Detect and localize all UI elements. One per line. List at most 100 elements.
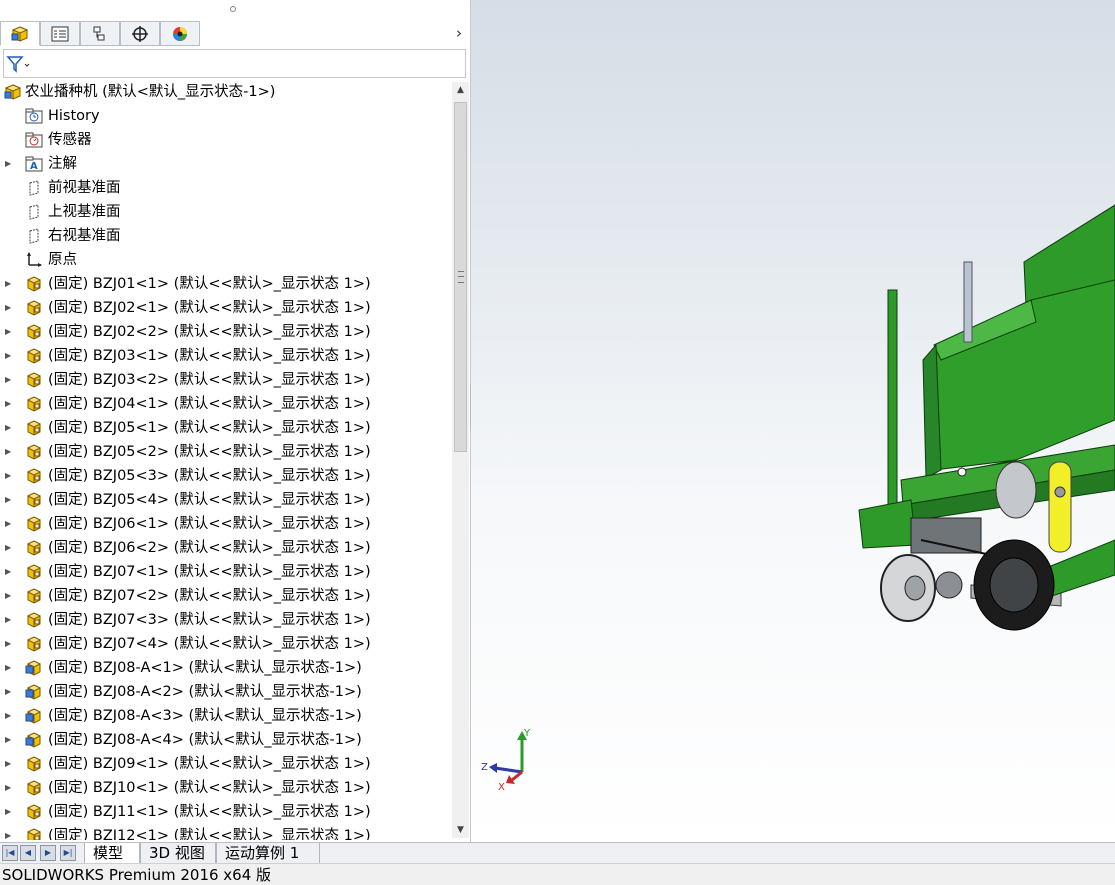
- scroll-down-icon[interactable]: ▼: [452, 822, 469, 838]
- expand-arrow-icon[interactable]: ▶: [5, 488, 15, 512]
- expand-arrow-icon[interactable]: ▶: [5, 416, 15, 440]
- tree-item[interactable]: ▶ (固定) BZJ08-A<4> (默认<默认_显示状态-1>): [0, 728, 452, 752]
- subassembly-icon: [25, 708, 43, 724]
- featuremanager-tree-icon: [11, 25, 29, 42]
- nav-prev-icon[interactable]: ◀: [20, 845, 36, 861]
- expand-arrow-icon[interactable]: ▶: [5, 728, 15, 752]
- tree-item[interactable]: ▶ (固定) BZJ10<1> (默认<<默认>_显示状态 1>): [0, 776, 452, 800]
- nav-next-icon[interactable]: ▶: [40, 845, 56, 861]
- tree-item[interactable]: ▶ (固定) BZJ07<1> (默认<<默认>_显示状态 1>): [0, 560, 452, 584]
- expand-arrow-icon[interactable]: ▶: [5, 296, 15, 320]
- expand-arrow-icon[interactable]: ▶: [5, 536, 15, 560]
- tree-item-label: (固定) BZJ10<1> (默认<<默认>_显示状态 1>): [48, 780, 371, 796]
- tree-item-label: (固定) BZJ05<4> (默认<<默认>_显示状态 1>): [48, 492, 371, 508]
- tree-item[interactable]: ▶ (固定) BZJ01<1> (默认<<默认>_显示状态 1>): [0, 272, 452, 296]
- tree-item[interactable]: ▶ (固定) BZJ07<2> (默认<<默认>_显示状态 1>): [0, 584, 452, 608]
- expand-arrow-icon[interactable]: ▶: [5, 608, 15, 632]
- expand-arrow-icon[interactable]: ▶: [5, 512, 15, 536]
- status-text: SOLIDWORKS Premium 2016 x64 版: [2, 866, 272, 884]
- expand-arrow-icon[interactable]: ▶: [5, 392, 15, 416]
- tree-item[interactable]: ▶ (固定) BZJ07<3> (默认<<默认>_显示状态 1>): [0, 608, 452, 632]
- tree-item[interactable]: ▶ (固定) BZJ09<1> (默认<<默认>_显示状态 1>): [0, 752, 452, 776]
- tree-item[interactable]: ▶ (固定) BZJ08-A<1> (默认<默认_显示状态-1>): [0, 656, 452, 680]
- tab-configurationmanager[interactable]: [80, 21, 120, 46]
- tree-item[interactable]: ▶ (固定) BZJ05<1> (默认<<默认>_显示状态 1>): [0, 416, 452, 440]
- tree-item[interactable]: ▶ (固定) BZJ08-A<2> (默认<默认_显示状态-1>): [0, 680, 452, 704]
- expand-arrow-icon[interactable]: ▶: [5, 800, 15, 824]
- tree-item-label: (固定) BZJ06<1> (默认<<默认>_显示状态 1>): [48, 516, 371, 532]
- tree-item-label: (固定) BZJ04<1> (默认<<默认>_显示状态 1>): [48, 396, 371, 412]
- tab-dimxpert[interactable]: [120, 21, 160, 46]
- part-icon: [25, 636, 43, 652]
- tree-item[interactable]: ▶ (固定) BZJ11<1> (默认<<默认>_显示状态 1>): [0, 800, 452, 824]
- scroll-up-icon[interactable]: ▲: [452, 82, 469, 98]
- expand-arrow-icon[interactable]: ▶: [5, 776, 15, 800]
- tree-filter-bar[interactable]: [3, 49, 466, 78]
- nav-first-icon[interactable]: |◀: [2, 845, 18, 861]
- expand-arrow-icon[interactable]: ▶: [5, 632, 15, 656]
- expand-arrow-icon[interactable]: ▶: [5, 680, 15, 704]
- expand-arrow-icon[interactable]: ▶: [5, 656, 15, 680]
- tree-item[interactable]: 前视基准面: [0, 176, 452, 200]
- tree-item[interactable]: 传感器: [0, 128, 452, 152]
- part-icon: [25, 804, 43, 820]
- tree-item[interactable]: ▶ (固定) BZJ06<2> (默认<<默认>_显示状态 1>): [0, 536, 452, 560]
- expand-arrow-icon[interactable]: ▶: [5, 560, 15, 584]
- expand-arrow-icon[interactable]: ▶: [5, 752, 15, 776]
- tab-3d-view[interactable]: 3D 视图: [140, 843, 216, 864]
- tab-featuremanager[interactable]: [0, 21, 40, 46]
- part-icon: [25, 516, 43, 532]
- tree-item[interactable]: ▶ (固定) BZJ03<2> (默认<<默认>_显示状态 1>): [0, 368, 452, 392]
- tree-scrollbar[interactable]: ▲ ▼: [452, 82, 469, 838]
- tree-item[interactable]: ▶ (固定) BZJ06<1> (默认<<默认>_显示状态 1>): [0, 512, 452, 536]
- tree-item[interactable]: ▶ (固定) BZJ08-A<3> (默认<默认_显示状态-1>): [0, 704, 452, 728]
- annotation-folder-icon: A: [25, 156, 43, 172]
- expand-arrow-icon[interactable]: ▶: [5, 368, 15, 392]
- expand-arrow-icon[interactable]: ▶: [5, 824, 15, 840]
- tree-item[interactable]: ▶ A 注解: [0, 152, 452, 176]
- tree-root-assembly[interactable]: 农业播种机 (默认<默认_显示状态-1>): [0, 80, 452, 104]
- expand-arrow-icon[interactable]: ▶: [5, 320, 15, 344]
- tab-model[interactable]: 模型: [84, 843, 140, 864]
- nav-last-icon[interactable]: ▶|: [60, 845, 76, 861]
- tree-item[interactable]: History: [0, 104, 452, 128]
- tree-item[interactable]: ▶ (固定) BZJ04<1> (默认<<默认>_显示状态 1>): [0, 392, 452, 416]
- expand-arrow-icon[interactable]: ▶: [5, 152, 15, 176]
- tree-item-label: 上视基准面: [48, 204, 121, 220]
- tree-item-label: (固定) BZJ08-A<3> (默认<默认_显示状态-1>): [48, 708, 362, 724]
- graphics-viewport[interactable]: Y Z X: [471, 0, 1115, 842]
- tree-item[interactable]: ▶ (固定) BZJ03<1> (默认<<默认>_显示状态 1>): [0, 344, 452, 368]
- part-icon: [25, 444, 43, 460]
- scroll-thumb[interactable]: [454, 102, 467, 452]
- part-icon: [25, 372, 43, 388]
- tree-item-label: (固定) BZJ05<1> (默认<<默认>_显示状态 1>): [48, 420, 371, 436]
- expand-arrow-icon[interactable]: ▶: [5, 344, 15, 368]
- expand-arrow-icon[interactable]: ▶: [5, 464, 15, 488]
- chevron-right-icon[interactable]: ›: [452, 23, 466, 43]
- status-bar: SOLIDWORKS Premium 2016 x64 版: [0, 863, 1115, 885]
- expand-arrow-icon[interactable]: ▶: [5, 272, 15, 296]
- expand-arrow-icon[interactable]: ▶: [5, 704, 15, 728]
- tree-item[interactable]: ▶ (固定) BZJ05<2> (默认<<默认>_显示状态 1>): [0, 440, 452, 464]
- tab-motion-study[interactable]: 运动算例 1: [216, 843, 320, 864]
- tree-item[interactable]: ▶ (固定) BZJ02<1> (默认<<默认>_显示状态 1>): [0, 296, 452, 320]
- tree-item[interactable]: ▶ (固定) BZJ05<3> (默认<<默认>_显示状态 1>): [0, 464, 452, 488]
- sensor-folder-icon: [25, 132, 43, 148]
- tree-item-label: 传感器: [48, 132, 92, 148]
- expand-arrow-icon[interactable]: ▶: [5, 440, 15, 464]
- tree-item[interactable]: ▶ (固定) BZJ07<4> (默认<<默认>_显示状态 1>): [0, 632, 452, 656]
- tab-propertymanager[interactable]: [40, 21, 80, 46]
- tree-item-label: (固定) BZJ03<2> (默认<<默认>_显示状态 1>): [48, 372, 371, 388]
- tree-item-label: (固定) BZJ08-A<4> (默认<默认_显示状态-1>): [48, 732, 362, 748]
- tree-item[interactable]: 原点: [0, 248, 452, 272]
- panel-grip-dot[interactable]: [230, 6, 236, 12]
- tree-item[interactable]: 右视基准面: [0, 224, 452, 248]
- tree-item[interactable]: ▶ (固定) BZJ02<2> (默认<<默认>_显示状态 1>): [0, 320, 452, 344]
- expand-arrow-icon[interactable]: ▶: [5, 584, 15, 608]
- tree-item[interactable]: ▶ (固定) BZJ05<4> (默认<<默认>_显示状态 1>): [0, 488, 452, 512]
- tab-displaymanager[interactable]: [160, 21, 200, 46]
- tree-item[interactable]: 上视基准面: [0, 200, 452, 224]
- history-folder-icon: [25, 108, 43, 124]
- tree-item[interactable]: ▶ (固定) BZJ12<1> (默认<<默认>_显示状态 1>): [0, 824, 452, 840]
- filter-icon[interactable]: [6, 55, 32, 73]
